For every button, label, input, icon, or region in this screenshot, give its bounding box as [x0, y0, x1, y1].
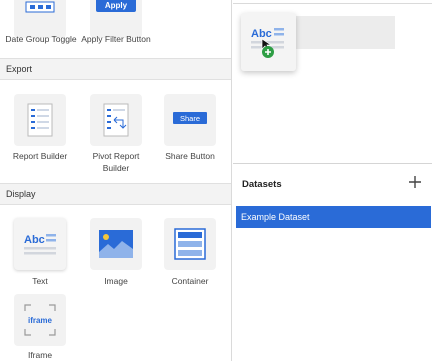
top-divider	[233, 0, 432, 4]
widget-label: Text	[32, 276, 48, 286]
widget-share-button[interactable]: Share	[164, 94, 216, 146]
drag-ghost-glyph: Abc	[251, 28, 272, 40]
widget-label: Container	[171, 276, 209, 286]
dataset-item[interactable]: Example Dataset	[236, 206, 431, 228]
image-widget-icon	[99, 230, 133, 258]
apply-icon-text: Apply	[105, 1, 128, 10]
widget-image[interactable]	[90, 218, 142, 270]
share-button-icon: Share	[173, 112, 207, 124]
widget-label: Apply Filter Button	[81, 34, 151, 44]
widget-pivot-report-builder[interactable]	[90, 94, 142, 146]
widget-label: Pivot Report Builder	[92, 151, 140, 173]
section-header-display: Display	[0, 183, 231, 205]
container-widget-icon	[174, 228, 206, 260]
share-icon-text: Share	[180, 114, 200, 123]
widget-container[interactable]	[164, 218, 216, 270]
widget-text[interactable]: Abc	[14, 218, 66, 270]
text-icon-glyph: Abc	[24, 234, 45, 246]
widget-label: Report Builder	[12, 151, 68, 161]
add-dataset-button[interactable]	[407, 174, 423, 190]
text-widget-icon: Abc	[24, 234, 56, 255]
iframe-icon-text: iframe	[28, 316, 53, 325]
dragging-text-widget[interactable]: Abc	[241, 13, 296, 71]
widget-label: Date Group Toggle	[5, 34, 77, 44]
report-builder-icon	[27, 103, 53, 137]
iframe-widget-icon: iframe	[24, 304, 56, 336]
widget-iframe[interactable]: iframe	[14, 294, 66, 346]
widget-report-builder[interactable]	[14, 94, 66, 146]
widget-label: Share Button	[165, 151, 215, 161]
text-widget-icon: Abc	[251, 28, 284, 58]
canvas-area: Abc Datasets Example Dataset	[233, 0, 432, 361]
pivot-report-icon	[103, 103, 129, 137]
app-root: Date Group Toggle Apply Apply Filter But…	[0, 0, 432, 361]
widget-label: Iframe	[27, 350, 53, 360]
plus-icon	[409, 176, 421, 188]
widget-label: Image	[104, 276, 128, 286]
datasets-header: Datasets	[233, 163, 432, 201]
datasets-title: Datasets	[242, 179, 282, 190]
widget-palette: Date Group Toggle Apply Apply Filter But…	[0, 0, 232, 361]
section-header-export: Export	[0, 58, 231, 80]
